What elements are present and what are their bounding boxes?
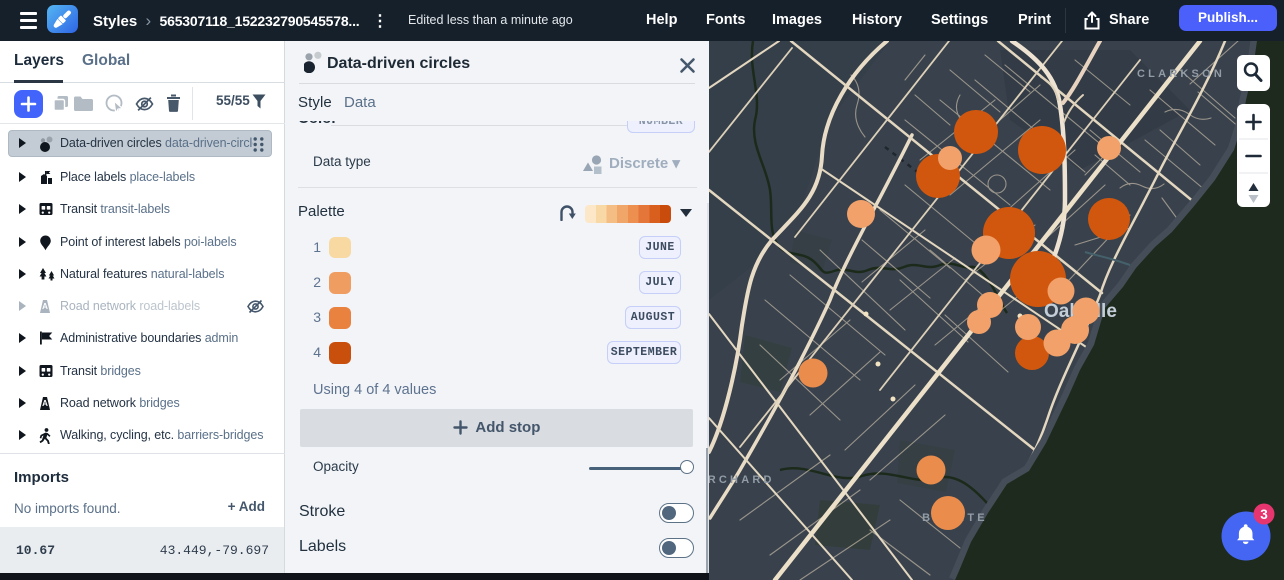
svg-text:A: A: [42, 302, 48, 311]
svg-text:A: A: [42, 399, 48, 408]
svg-text:CLARKSON: CLARKSON: [1137, 68, 1225, 80]
svg-text:ORCHARD: ORCHARD: [709, 474, 775, 486]
svg-text:3: 3: [1260, 507, 1268, 522]
